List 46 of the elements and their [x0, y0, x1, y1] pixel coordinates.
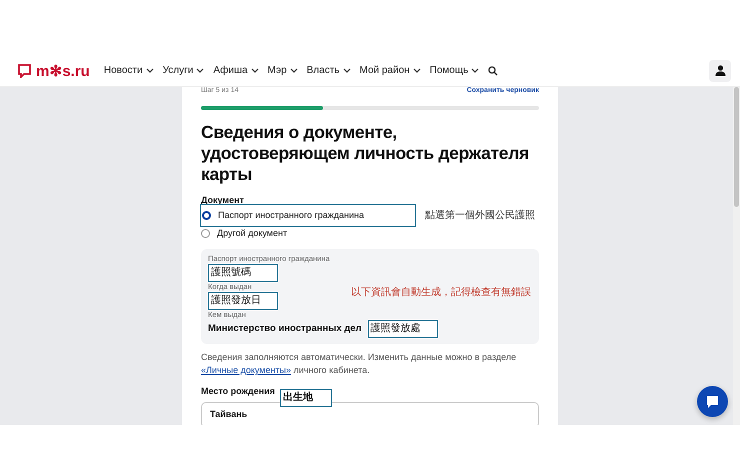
- nav-label: Мэр: [268, 65, 287, 76]
- chevron-down-icon: [196, 68, 204, 73]
- section-label: Документ: [201, 194, 245, 206]
- nav-label: Афиша: [213, 65, 248, 76]
- chevron-down-icon: [146, 68, 154, 73]
- option-label: Другой документ: [217, 228, 288, 238]
- nav-menu-item[interactable]: Мэр: [268, 65, 298, 76]
- site-logo[interactable]: m✻s.ru: [36, 62, 90, 80]
- nav-menu-item[interactable]: Новости: [104, 65, 154, 76]
- page-title: Сведения о документе, удостоверяющем личность держателя карты: [201, 122, 530, 185]
- birthplace-field[interactable]: Тайвань: [201, 402, 539, 425]
- nav-menu-item[interactable]: Услуги: [162, 65, 204, 76]
- user-icon: [714, 65, 726, 76]
- chevron-down-icon: [250, 68, 259, 73]
- radio-button[interactable]: [201, 228, 210, 238]
- scrollbar[interactable]: [733, 87, 740, 425]
- field-value: Министерство иностранных дел: [208, 323, 362, 334]
- chevron-down-icon: [290, 68, 298, 73]
- nav-label: Мой район: [360, 65, 410, 76]
- nav-menu-item[interactable]: Помощь: [430, 65, 480, 76]
- annotation-box: 護照發放日: [208, 292, 278, 310]
- profile-button[interactable]: [709, 60, 731, 82]
- annotation-note: 以下資訊會自動生成，記得檢查有無錯誤: [351, 286, 531, 299]
- nav-menu-item[interactable]: Мой район: [360, 65, 421, 76]
- chevron-down-icon: [342, 68, 350, 73]
- nav-menu-item[interactable]: Власть: [306, 65, 350, 76]
- nav-label: Услуги: [162, 65, 194, 76]
- chat-button[interactable]: [697, 386, 728, 417]
- radio-button[interactable]: [202, 210, 211, 220]
- annotation-text: 點選第一個外國公民護照: [425, 208, 535, 222]
- chevron-down-icon: [471, 68, 480, 73]
- chevron-down-icon: [412, 68, 421, 73]
- logo-icon: [18, 64, 31, 78]
- info-text: Сведения заполняются автоматически. Изменить данные можно в разделе «Личные документы» личного кабинета.: [201, 351, 518, 377]
- nav-label: Новости: [104, 65, 143, 76]
- nav-label: Власть: [306, 65, 340, 76]
- nav-label: Помощь: [430, 65, 468, 76]
- option-label: Паспорт иностранного гражданина: [218, 210, 364, 220]
- speech-bubble-icon: [706, 394, 719, 408]
- annotation-box: 護照號碼: [208, 264, 278, 282]
- nav-menu-item[interactable]: Афиша: [213, 65, 259, 76]
- field-label: Место рождения: [201, 386, 275, 396]
- search-icon[interactable]: [488, 66, 498, 76]
- annotation-box: 護照發放處: [368, 320, 438, 338]
- documents-link[interactable]: «Личные документы»: [201, 365, 292, 375]
- annotation-box: 出生地: [280, 389, 332, 407]
